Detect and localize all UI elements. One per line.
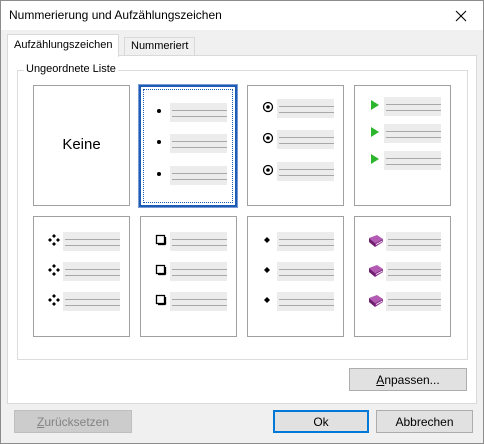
square-bullet-icon — [155, 264, 167, 276]
preview-row — [369, 124, 445, 144]
preview-row — [155, 262, 231, 282]
four-diamonds-bullet-icon — [48, 294, 60, 306]
reset-mnemonic: Z — [36, 414, 45, 429]
dialog-title: Nummerierung und Aufzählungszeichen — [9, 8, 222, 22]
tab-numbered[interactable]: Nummeriert — [124, 37, 196, 56]
bullet-style-square[interactable] — [140, 216, 237, 337]
preview-row — [48, 232, 124, 252]
book-bullet-icon — [369, 235, 383, 247]
preview-row — [369, 97, 445, 117]
dialog-window: Nummerierung und Aufzählungszeichen Aufz… — [0, 0, 484, 444]
bullet-style-four-diamonds[interactable] — [33, 216, 130, 337]
bullet-style-circle-dot[interactable] — [247, 85, 344, 206]
bullet-style-dot[interactable] — [138, 84, 238, 208]
none-label: Keine — [62, 136, 101, 153]
preview-row — [48, 262, 124, 282]
diamond-bullet-icon — [264, 267, 270, 273]
preview-row — [369, 232, 445, 252]
customize-button[interactable]: Anpassen... — [349, 368, 467, 391]
bullet-style-diamond[interactable] — [247, 216, 344, 337]
bullet-style-none[interactable]: Keine — [33, 85, 130, 206]
square-bullet-icon — [155, 294, 167, 306]
preview-row — [262, 99, 338, 119]
cancel-button[interactable]: Abbrechen — [376, 410, 473, 433]
circle-dot-bullet-icon — [262, 164, 274, 176]
customize-label: npassen... — [384, 372, 440, 387]
diamond-bullet-icon — [264, 297, 270, 303]
group-label: Ungeordnete Liste — [24, 63, 118, 75]
circle-dot-bullet-icon — [262, 132, 274, 144]
circle-dot-bullet-icon — [262, 101, 274, 113]
preview-row — [155, 134, 231, 154]
green-triangle-bullet-icon — [371, 154, 379, 164]
reset-button[interactable]: Zurücksetzen — [14, 410, 132, 433]
ok-label: Ok — [313, 414, 329, 429]
square-bullet-icon — [155, 234, 167, 246]
customize-mnemonic: A — [376, 372, 385, 387]
dot-bullet-icon — [157, 140, 161, 144]
book-bullet-icon — [369, 295, 383, 307]
preview-row — [262, 232, 338, 252]
book-bullet-icon — [369, 265, 383, 277]
tab-panel-bullets: Ungeordnete Liste Keine A npassen... — [7, 55, 477, 404]
dot-bullet-icon — [157, 109, 161, 113]
title-bar: Nummerierung und Aufzählungszeichen — [1, 1, 483, 30]
preview-row — [155, 103, 231, 123]
green-triangle-bullet-icon — [371, 127, 379, 137]
preview-row — [369, 262, 445, 282]
preview-row — [262, 130, 338, 150]
preview-row — [155, 166, 231, 186]
green-triangle-bullet-icon — [371, 100, 379, 110]
diamond-bullet-icon — [264, 237, 270, 243]
preview-row — [262, 262, 338, 282]
preview-row — [262, 292, 338, 312]
four-diamonds-bullet-icon — [48, 234, 60, 246]
dot-bullet-icon — [157, 172, 161, 176]
cancel-label: Abbrechen — [395, 414, 454, 429]
preview-row — [48, 292, 124, 312]
ok-button[interactable]: Ok — [273, 410, 369, 433]
four-diamonds-bullet-icon — [48, 264, 60, 276]
preview-row — [155, 232, 231, 252]
bullet-style-book[interactable] — [354, 216, 451, 337]
reset-label: urücksetzen — [44, 414, 110, 429]
preview-row — [262, 162, 338, 182]
close-icon — [455, 10, 467, 21]
tab-numbered-label: Nummeriert — [131, 40, 189, 52]
preview-row — [369, 151, 445, 171]
tab-bullets-label: Aufzählungszeichen — [14, 39, 113, 51]
unordered-list-group: Ungeordnete Liste Keine — [17, 63, 468, 360]
bullet-style-green-triangle[interactable] — [354, 85, 451, 206]
preview-row — [369, 292, 445, 312]
close-button[interactable] — [439, 1, 483, 30]
tab-bullets[interactable]: Aufzählungszeichen — [7, 34, 120, 57]
preview-row — [155, 292, 231, 312]
